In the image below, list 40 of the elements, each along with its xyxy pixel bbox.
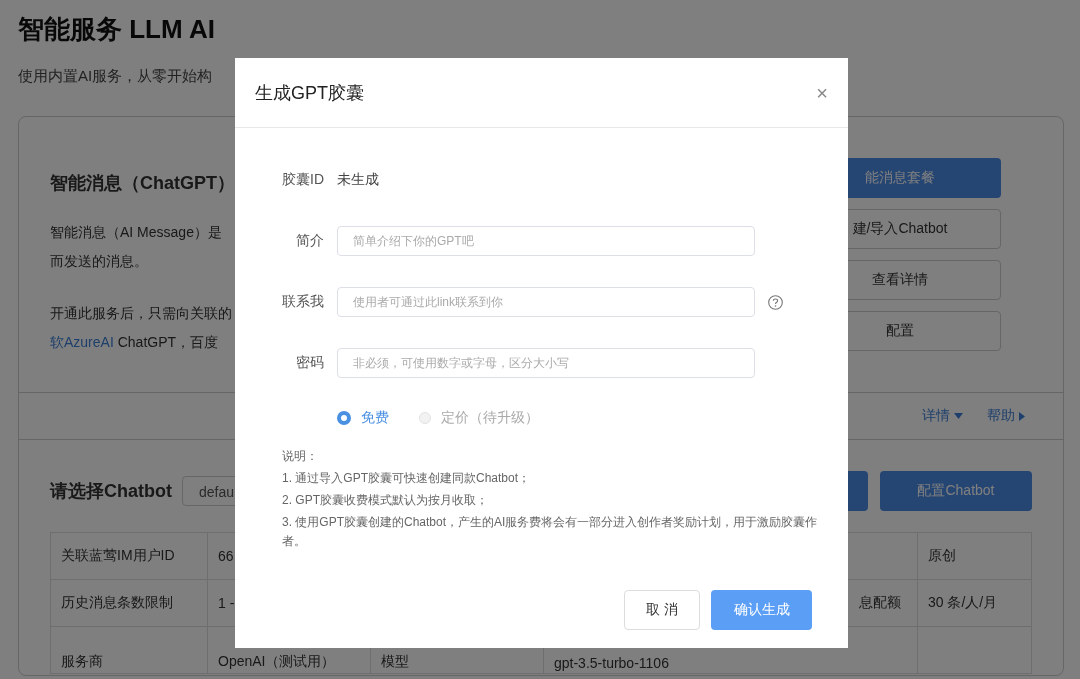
input-field[interactable]: 使用者可通过此link联系到你: [337, 287, 755, 317]
field-label: 胶囊ID: [281, 171, 324, 189]
note-text: 1. 通过导入GPT胶囊可快速创建同款Chatbot；: [282, 470, 532, 487]
note-text: 说明：: [282, 448, 319, 465]
table-cell: 历史消息条数限制: [51, 580, 208, 626]
table-cell-text: 息配额: [858, 593, 902, 612]
modal-title: 生成GPT胶囊: [255, 81, 364, 105]
config-button[interactable]: 配置Chatbot: [880, 471, 1032, 511]
input-field[interactable]: 非必须，可使用数字或字母，区分大小写: [337, 348, 755, 378]
table-cell-text: gpt-3.5-turbo-1106: [553, 654, 670, 673]
caret-down-icon: [954, 413, 963, 419]
field-label: 简介: [295, 232, 324, 250]
field-label: 联系我: [281, 293, 324, 311]
table-cell: 关联蓝莺IM用户ID: [51, 533, 208, 579]
radio-label: 定价（待升级）: [441, 409, 539, 427]
page-subtitle: 使用内置AI服务，从零开始构: [18, 67, 213, 84]
table-cell: 原创: [917, 533, 1034, 579]
description-text: 智能消息（AI Message）是: [50, 224, 222, 240]
confirm-button[interactable]: 确认生成: [711, 590, 812, 630]
description-text: ChatGPT，百度: [116, 334, 219, 350]
table-cell: 服务商: [51, 627, 208, 673]
caret-right-icon: [1019, 411, 1025, 421]
input-field[interactable]: 简单介绍下你的GPT吧: [337, 226, 755, 256]
radio-button[interactable]: [337, 411, 351, 425]
table-cell: 30 条/人/月: [917, 580, 1034, 626]
field-label: 密码: [295, 354, 324, 372]
note-text: 2. GPT胶囊收费模式默认为按月收取；: [282, 492, 489, 509]
close-button[interactable]: ×: [816, 82, 828, 103]
cancel-button[interactable]: 取 消: [624, 590, 700, 630]
card-title: 智能消息（ChatGPT）: [50, 172, 235, 195]
page-title: 智能服务 LLM AI: [18, 14, 216, 44]
radio-label: 免费: [361, 409, 389, 427]
section-title: 请选择Chatbot: [50, 480, 172, 503]
description-text: 而发送的消息。: [50, 253, 148, 269]
field-value: 未生成: [337, 171, 379, 189]
description-text: 开通此服务后，只需向关联的: [50, 305, 232, 321]
help-icon[interactable]: [768, 294, 783, 310]
link[interactable]: 帮助: [987, 407, 1015, 425]
link[interactable]: 软AzureAI: [50, 334, 114, 350]
link[interactable]: 详情: [922, 407, 950, 425]
